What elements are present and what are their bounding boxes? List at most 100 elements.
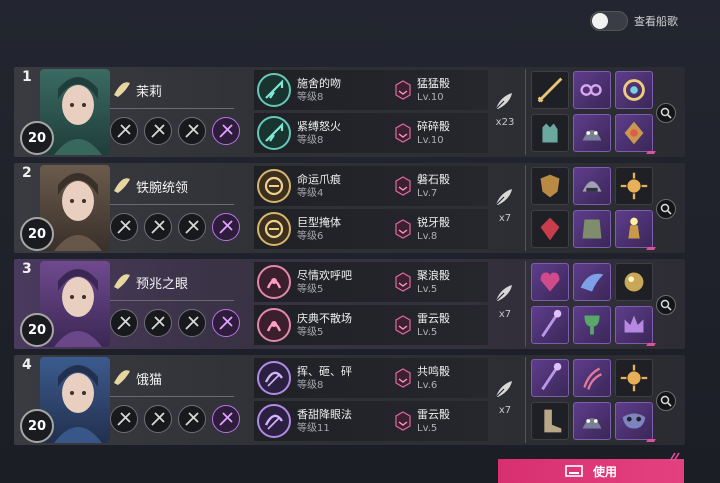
skill-slot[interactable]: 紧缚怒火 等级8 碎碎骰 Lv.10 — [254, 113, 488, 153]
item-grid — [531, 359, 653, 440]
row-number: 4 — [22, 357, 32, 373]
item-slot-staff[interactable] — [531, 359, 569, 397]
leaf-icon — [114, 82, 130, 97]
character-row[interactable]: 2 20 铁腕统领 命运爪痕 等级4 磐石骰 Lv.7 巨型掩体 等级6 锐牙骰… — [14, 163, 685, 253]
skill-level: 等级4 — [297, 187, 324, 199]
level-value: 20 — [27, 130, 47, 146]
talent-list — [110, 405, 240, 433]
toggle-knob — [592, 13, 608, 29]
die-level: Lv.8 — [417, 230, 438, 242]
level-badge: 20 — [20, 313, 54, 347]
talent-icon[interactable] — [144, 117, 172, 145]
use-button[interactable]: 使用 — [498, 459, 684, 483]
items-divider — [525, 69, 526, 155]
name-divider — [110, 300, 234, 301]
item-slot-chain[interactable] — [573, 71, 611, 109]
item-slot-gem[interactable] — [531, 210, 569, 248]
talent-icon[interactable] — [212, 213, 240, 241]
item-slot-beast[interactable] — [573, 114, 611, 152]
item-slot-armor[interactable] — [573, 210, 611, 248]
item-slot-shield[interactable] — [531, 167, 569, 205]
level-badge: 20 — [20, 121, 54, 155]
inspect-button[interactable] — [656, 103, 676, 123]
chain-icon — [580, 84, 602, 96]
staff-icon — [541, 309, 562, 338]
talent-icon[interactable] — [144, 405, 172, 433]
claw-icon — [583, 367, 602, 390]
skill-list: 命运爪痕 等级4 磐石骰 Lv.7 巨型掩体 等级6 锐牙骰 Lv.8 — [254, 166, 488, 252]
talent-icon[interactable] — [144, 309, 172, 337]
item-slot-mask[interactable] — [615, 402, 653, 440]
item-slot-wing[interactable] — [573, 263, 611, 301]
corner-mark — [646, 439, 656, 442]
item-slot-boot[interactable] — [531, 402, 569, 440]
skill-slot[interactable]: 命运爪痕 等级4 磐石骰 Lv.7 — [254, 166, 488, 206]
chalice-icon — [584, 315, 600, 335]
beast-icon — [582, 418, 602, 429]
item-slot-chalice[interactable] — [573, 306, 611, 344]
talent-list — [110, 309, 240, 337]
level-value: 20 — [27, 418, 47, 434]
die-icon — [395, 219, 411, 239]
item-slot-sun[interactable] — [615, 167, 653, 205]
item-slot-orb[interactable] — [615, 263, 653, 301]
item-slot-beast[interactable] — [573, 402, 611, 440]
item-grid — [531, 263, 653, 344]
corner-mark — [646, 247, 656, 250]
magnifier-icon — [660, 203, 672, 215]
skill-name: 庆典不散场 — [297, 311, 352, 325]
talent-icon[interactable] — [144, 213, 172, 241]
item-slot-staff[interactable] — [531, 306, 569, 344]
beast-icon — [582, 130, 602, 141]
die-name: 磐石骰 — [417, 172, 450, 186]
talent-icon[interactable] — [212, 117, 240, 145]
tray-icon — [565, 465, 583, 477]
item-slot-crown[interactable] — [615, 306, 653, 344]
character-row[interactable]: 4 20 饿猫 挥、砸、砰 等级8 共鸣骰 Lv.6 香甜降眼法 等级11 雷云… — [14, 355, 685, 445]
item-slot-heart[interactable] — [531, 263, 569, 301]
boot-icon — [544, 409, 562, 433]
inspect-button[interactable] — [656, 391, 676, 411]
skill-slot[interactable]: 尽情欢呼吧 等级5 聚浪骰 Lv.5 — [254, 262, 488, 302]
item-slot-lamp[interactable] — [615, 210, 653, 248]
row-number: 1 — [22, 69, 32, 85]
die-name: 碎碎骰 — [417, 119, 450, 133]
inspect-button[interactable] — [656, 295, 676, 315]
items-divider — [525, 165, 526, 251]
talent-icon[interactable] — [178, 309, 206, 337]
item-slot-claw[interactable] — [573, 359, 611, 397]
item-slot-blade[interactable] — [531, 71, 569, 109]
talent-icon[interactable] — [110, 213, 138, 241]
die-icon — [395, 123, 411, 143]
skill-slot[interactable]: 施舍的吻 等级8 猛猛骰 Lv.10 — [254, 70, 488, 110]
skill-slot[interactable]: 庆典不散场 等级5 雷云骰 Lv.5 — [254, 305, 488, 345]
character-row[interactable]: 1 20 茉莉 施舍的吻 等级8 猛猛骰 Lv.10 紧缚怒火 等级8 碎碎骰 … — [14, 67, 685, 157]
item-slot-helm[interactable] — [573, 167, 611, 205]
skill-icon — [257, 169, 291, 203]
item-slot-ring[interactable] — [615, 71, 653, 109]
view-ship-song-toggle[interactable] — [590, 11, 628, 31]
talent-icon[interactable] — [110, 117, 138, 145]
talent-icon[interactable] — [110, 309, 138, 337]
talent-icon[interactable] — [178, 117, 206, 145]
talent-icon[interactable] — [212, 309, 240, 337]
skill-slot[interactable]: 香甜降眼法 等级11 雷云骰 Lv.5 — [254, 401, 488, 441]
skill-slot[interactable]: 挥、砸、砰 等级8 共鸣骰 Lv.6 — [254, 358, 488, 398]
quill-count: x7 — [498, 213, 512, 224]
character-name: 预兆之眼 — [136, 277, 189, 292]
talent-icon[interactable] — [212, 405, 240, 433]
inspect-button[interactable] — [656, 199, 676, 219]
talent-icon[interactable] — [110, 405, 138, 433]
ring-icon — [623, 79, 645, 101]
skill-name: 命运爪痕 — [297, 172, 341, 186]
lamp-icon — [628, 217, 640, 239]
character-row[interactable]: 3 20 预兆之眼 尽情欢呼吧 等级5 聚浪骰 Lv.5 庆典不散场 等级5 雷… — [14, 259, 685, 349]
skill-slot[interactable]: 巨型掩体 等级6 锐牙骰 Lv.8 — [254, 209, 488, 249]
die-level: Lv.7 — [417, 187, 438, 199]
talent-icon[interactable] — [178, 405, 206, 433]
armor-icon — [582, 219, 602, 239]
item-slot-glove[interactable] — [531, 114, 569, 152]
talent-icon[interactable] — [178, 213, 206, 241]
item-slot-sun[interactable] — [615, 359, 653, 397]
item-slot-amulet[interactable] — [615, 114, 653, 152]
